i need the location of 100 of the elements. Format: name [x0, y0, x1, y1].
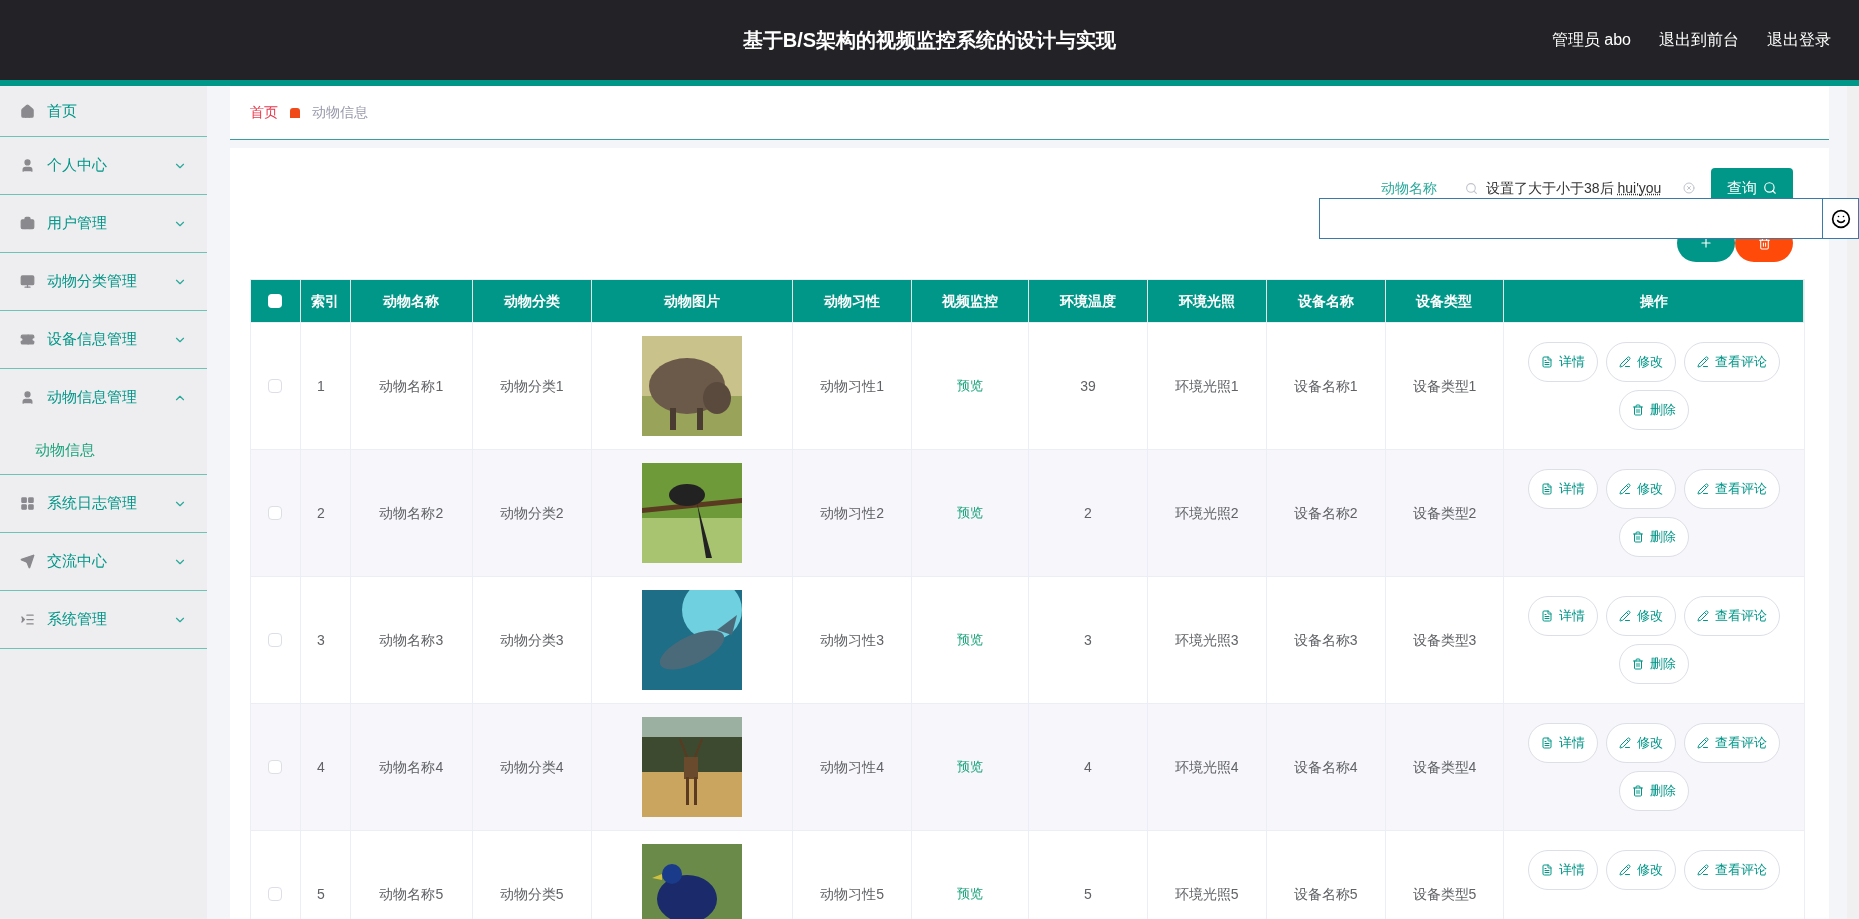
table-cell-text: 设备类型2 [1412, 503, 1477, 523]
sidebar-item[interactable]: 系统日志管理 [0, 475, 207, 532]
sidebar-item[interactable]: 设备信息管理 [0, 311, 207, 368]
table-cell-text: 动物分类3 [499, 630, 564, 650]
document-icon [1541, 483, 1554, 495]
grid-icon [20, 496, 35, 511]
table-cell-text: 4 [1084, 757, 1092, 777]
edit-button[interactable]: 修改 [1606, 342, 1677, 382]
table-cell-text: 动物名称5 [379, 884, 444, 904]
comments-button[interactable]: 查看评论 [1684, 723, 1781, 763]
table-cell-text: 动物名称1 [379, 376, 444, 396]
smiley-icon [1830, 208, 1851, 229]
table-cell-text: 环境光照4 [1174, 757, 1239, 777]
table-cell-text: 设备名称1 [1293, 376, 1358, 396]
table-cell-text: 动物习性3 [820, 630, 885, 650]
briefcase-icon [20, 216, 35, 231]
table-cell-text: 动物分类5 [499, 884, 564, 904]
detail-button[interactable]: 详情 [1528, 850, 1599, 890]
table-cell-text: 动物习性5 [820, 884, 885, 904]
column-header: 环境温度 [1059, 291, 1116, 311]
comments-button[interactable]: 查看评论 [1684, 850, 1781, 890]
edit-button[interactable]: 修改 [1606, 850, 1677, 890]
table-cell-text: 5 [316, 884, 325, 904]
column-header: 动物名称 [383, 291, 440, 311]
header-link[interactable]: 退出到前台 [1659, 28, 1739, 52]
table-cell-text: 动物分类4 [499, 757, 564, 777]
list-icon [20, 612, 35, 627]
checkbox[interactable] [268, 379, 283, 393]
preview-link[interactable]: 预览 [957, 757, 984, 777]
sidebar-item[interactable]: 个人中心 [0, 137, 207, 194]
comments-button[interactable]: 查看评论 [1684, 596, 1781, 636]
delete-button[interactable]: 删除 [1619, 644, 1690, 684]
app-title: 基于B/S架构的视频监控系统的设计与实现 [742, 28, 1117, 53]
pencil-icon [1619, 356, 1632, 368]
table-cell-text: 2 [1084, 503, 1092, 523]
breadcrumb-current: 动物信息 [312, 103, 368, 122]
checkbox[interactable] [268, 760, 283, 774]
table-cell-text: 39 [1080, 376, 1096, 396]
table-cell-text: 环境光照3 [1174, 630, 1239, 650]
column-header: 动物分类 [503, 291, 560, 311]
pencil-icon [1619, 483, 1632, 495]
sidebar-item[interactable]: 动物分类管理 [0, 253, 207, 310]
table-cell-text: 动物名称3 [379, 630, 444, 650]
column-header: 视频监控 [942, 291, 999, 311]
table-cell-text: 设备类型4 [1412, 757, 1477, 777]
table-cell-text: 动物名称2 [379, 503, 444, 523]
breadcrumb-link[interactable]: 首页 [250, 102, 278, 123]
checkbox[interactable] [268, 294, 283, 308]
checkbox[interactable] [268, 633, 283, 647]
sidebar-item[interactable]: 用户管理 [0, 195, 207, 252]
comments-button[interactable]: 查看评论 [1684, 469, 1781, 509]
sidebar-item[interactable]: 动物信息管理 [0, 369, 207, 426]
column-header: 环境光照 [1178, 291, 1235, 311]
preview-link[interactable]: 预览 [957, 630, 984, 650]
search-icon [1465, 181, 1478, 195]
table-cell-text: 动物习性2 [820, 503, 885, 523]
search-field[interactable]: 设置了大于小于38后 hui'you [1465, 177, 1695, 199]
pencil-icon [1697, 356, 1710, 368]
pencil-icon [1619, 610, 1632, 622]
table-cell-text: 设备名称5 [1293, 884, 1358, 904]
table-cell-text: 1 [316, 376, 325, 396]
monitor-icon [20, 274, 35, 289]
checkbox[interactable] [268, 887, 283, 901]
user-icon [20, 390, 35, 405]
document-icon [1541, 356, 1554, 368]
preview-link[interactable]: 预览 [957, 884, 984, 904]
pencil-icon [1619, 737, 1632, 749]
table-cell-text: 动物习性1 [820, 376, 885, 396]
header-link[interactable]: 退出登录 [1767, 28, 1831, 52]
edit-button[interactable]: 修改 [1606, 469, 1677, 509]
header-link[interactable]: 管理员 abo [1551, 28, 1631, 52]
field-label: 动物名称 [1381, 178, 1437, 198]
pencil-icon [1697, 737, 1710, 749]
detail-button[interactable]: 详情 [1528, 723, 1599, 763]
detail-button[interactable]: 详情 [1528, 469, 1599, 509]
table-cell-text: 动物分类1 [499, 376, 564, 396]
edit-button[interactable]: 修改 [1606, 723, 1677, 763]
edit-button[interactable]: 修改 [1606, 596, 1677, 636]
checkbox[interactable] [268, 506, 283, 520]
comments-button[interactable]: 查看评论 [1684, 342, 1781, 382]
search-icon [1763, 181, 1777, 195]
sidebar-item[interactable]: 首页 [0, 86, 207, 136]
table-cell-text: 动物名称4 [379, 757, 444, 777]
table-cell-text: 5 [1084, 884, 1092, 904]
detail-button[interactable]: 详情 [1528, 596, 1599, 636]
send-icon [20, 554, 35, 569]
column-header: 设备类型 [1416, 291, 1473, 311]
preview-link[interactable]: 预览 [957, 376, 984, 396]
sidebar-item[interactable]: 交流中心 [0, 533, 207, 590]
preview-link[interactable]: 预览 [957, 503, 984, 523]
column-header: 操作 [1639, 291, 1668, 311]
delete-button[interactable]: 删除 [1619, 390, 1690, 430]
delete-button[interactable]: 删除 [1619, 771, 1690, 811]
sidebar-subitem[interactable]: 动物信息 [0, 426, 207, 474]
table-cell-text: 环境光照5 [1174, 884, 1239, 904]
ticket-icon [20, 332, 35, 347]
sidebar-item[interactable]: 系统管理 [0, 591, 207, 648]
detail-button[interactable]: 详情 [1528, 342, 1599, 382]
delete-button[interactable]: 删除 [1619, 517, 1690, 557]
table-cell-text: 环境光照2 [1174, 503, 1239, 523]
